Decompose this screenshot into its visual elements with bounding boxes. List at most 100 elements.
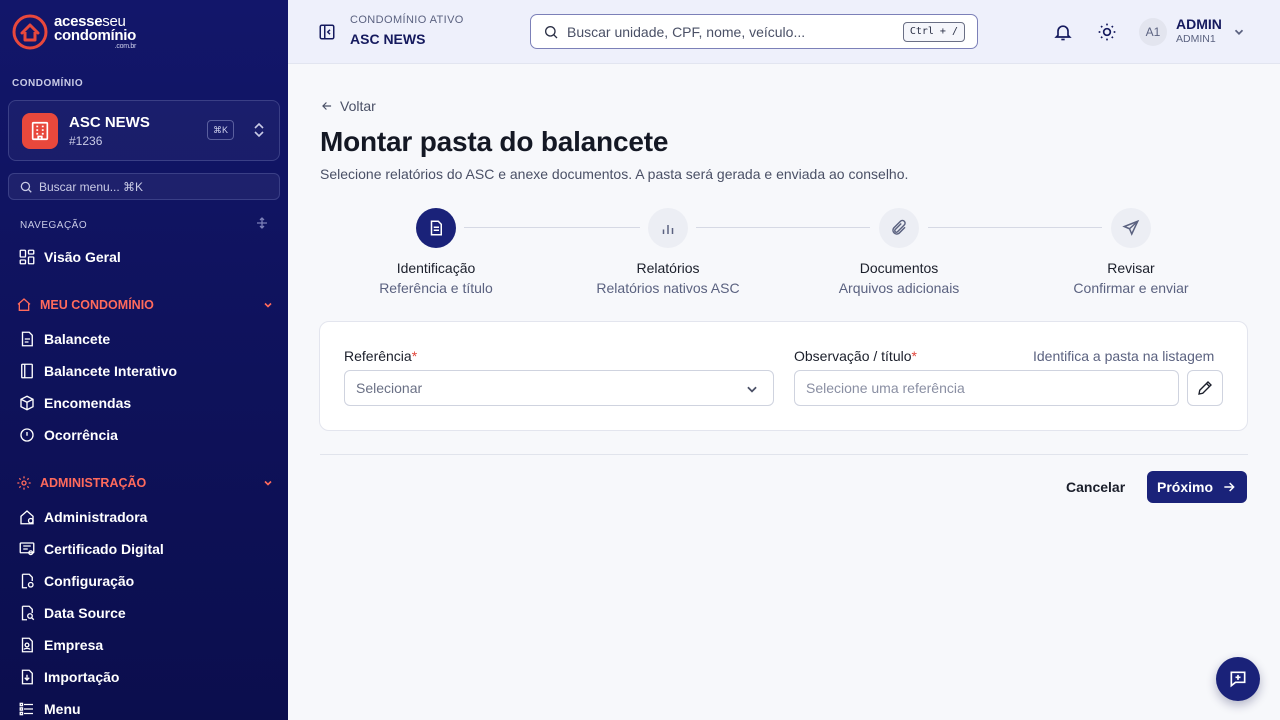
list-icon [19,702,33,716]
active-condo-label: CONDOMÍNIO ATIVO [350,14,464,26]
group-label: MEU CONDOMÍNIO [40,298,154,312]
sidebar-item-label: Visão Geral [44,249,121,265]
sidebar-item-label: Certificado Digital [44,541,164,557]
sidebar-item-balancete-interativo[interactable]: Balancete Interativo [18,362,177,380]
sidebar-item-balancete[interactable]: Balancete [18,330,110,348]
sidebar-item-encomendas[interactable]: Encomendas [18,394,131,412]
observacao-input[interactable] [794,370,1179,406]
sidebar-item-label: Empresa [44,637,104,653]
sidebar-item-label: Balancete [44,331,111,347]
step-3-subtitle: Arquivos adicionais [838,280,960,296]
sidebar-item-label: Encomendas [44,395,132,411]
sidebar-item-label: Administradora [44,509,148,525]
global-search[interactable]: Buscar unidade, CPF, nome, veículo... Ct… [530,14,978,49]
condo-id: #1236 [69,134,103,148]
group-meu-condominio[interactable]: MEU CONDOMÍNIO [16,297,274,313]
next-button[interactable]: Próximo [1147,471,1247,503]
sidebar-item-ocorrencia[interactable]: Ocorrência [18,426,118,444]
import-icon [21,669,33,685]
page-subtitle: Selecione relatórios do ASC e anexe docu… [320,166,909,182]
condo-switcher[interactable]: ASC NEWS #1236 ⌘K [8,100,280,161]
chevron-down-icon [264,302,272,308]
gear-icon [17,476,31,490]
sidebar-item-certificado-digital[interactable]: Certificado Digital [18,540,164,558]
referencia-label: Referência* [344,348,417,364]
sidebar-search[interactable]: Buscar menu... ⌘K [8,173,280,200]
back-link[interactable]: Voltar [320,98,376,114]
stepper-connector [464,227,640,228]
step-4-indicator[interactable] [1111,208,1151,248]
referencia-select[interactable]: Selecionar [344,370,774,406]
step-3-indicator[interactable] [879,208,919,248]
sidebar-item-label: Ocorrência [44,427,118,443]
step-1-subtitle: Referência e título [379,280,493,296]
brand-logo[interactable]: acesseseu condomínio .com.br [12,14,136,50]
sidebar-item-menu[interactable]: Menu [18,700,81,718]
file-icon [21,331,33,347]
file-settings-icon [21,573,34,589]
sun-icon[interactable] [1097,22,1117,42]
move-icon[interactable] [256,217,268,229]
edit-title-button[interactable] [1187,370,1223,406]
group-label: ADMINISTRAÇÃO [40,476,147,490]
pencil-icon [1198,381,1212,395]
global-search-placeholder: Buscar unidade, CPF, nome, veículo... [567,23,806,40]
referencia-select-value: Selecionar [356,380,423,396]
file-search-icon [21,605,35,621]
observacao-label-text: Observação / título [794,348,912,364]
user-role: ADMIN1 [1176,33,1216,45]
sidebar-item-label: Configuração [44,573,135,589]
sidebar-item-configuracao[interactable]: Configuração [18,572,134,590]
house-user-icon [20,510,34,525]
chat-button[interactable] [1216,657,1260,701]
file-user-icon [21,637,33,653]
search-icon [20,181,32,193]
sidebar-item-label: Menu [44,701,81,717]
arrow-left-icon [322,102,332,110]
book-icon [21,363,33,379]
paperclip-icon [892,219,906,235]
home-icon [17,298,31,311]
nav-section-label: NAVEGAÇÃO [20,220,88,231]
step-2-title: Relatórios [636,260,700,276]
bar-chart-icon [662,225,674,234]
message-plus-icon [1230,671,1246,688]
stepper-connector [696,227,870,228]
step-4-subtitle: Confirmar e enviar [1073,280,1189,296]
alert-circle-icon [20,428,34,442]
sidebar-collapse-icon[interactable] [318,23,336,41]
chevron-updown-icon [254,122,264,138]
sidebar-item-empresa[interactable]: Empresa [18,636,103,654]
back-label: Voltar [340,98,376,114]
sidebar-item-administradora[interactable]: Administradora [18,508,147,526]
step-1-indicator[interactable] [416,208,456,248]
step-1-title: Identificação [396,260,476,276]
referencia-label-text: Referência [344,348,412,364]
avatar[interactable]: A1 [1139,18,1167,46]
observacao-hint: Identifica a pasta na listagem [1033,348,1215,364]
step-2-subtitle: Relatórios nativos ASC [596,280,740,296]
sidebar-item-visao-geral[interactable]: Visão Geral [18,248,121,266]
building-icon [22,113,58,149]
sidebar-search-placeholder: Buscar menu... ⌘K [39,179,144,194]
document-icon [430,220,442,236]
arrow-right-icon [1224,482,1235,492]
certificate-icon [19,542,35,556]
group-administracao[interactable]: ADMINISTRAÇÃO [16,475,274,491]
chevron-down-icon [747,386,757,393]
grid-icon [19,249,35,265]
brand-wordmark: acesseseu condomínio .com.br [54,12,136,50]
cancel-button[interactable]: Cancelar [1058,471,1133,503]
sidebar: acesseseu condomínio .com.br CONDOMÍNIO … [0,0,288,720]
house-logo-icon [12,14,48,50]
sidebar-item-label: Balancete Interativo [44,363,178,379]
top-bar: CONDOMÍNIO ATIVO ASC NEWS Buscar unidade… [288,0,1280,64]
step-2-indicator[interactable] [648,208,688,248]
sidebar-item-importacao[interactable]: Importação [18,668,119,686]
search-shortcut-badge: Ctrl + / [902,22,965,42]
chevron-down-icon[interactable] [1232,25,1246,39]
bell-icon[interactable] [1053,22,1073,42]
user-name[interactable]: ADMIN [1176,16,1222,32]
condo-shortcut-badge: ⌘K [207,120,235,140]
sidebar-item-data-source[interactable]: Data Source [18,604,126,622]
